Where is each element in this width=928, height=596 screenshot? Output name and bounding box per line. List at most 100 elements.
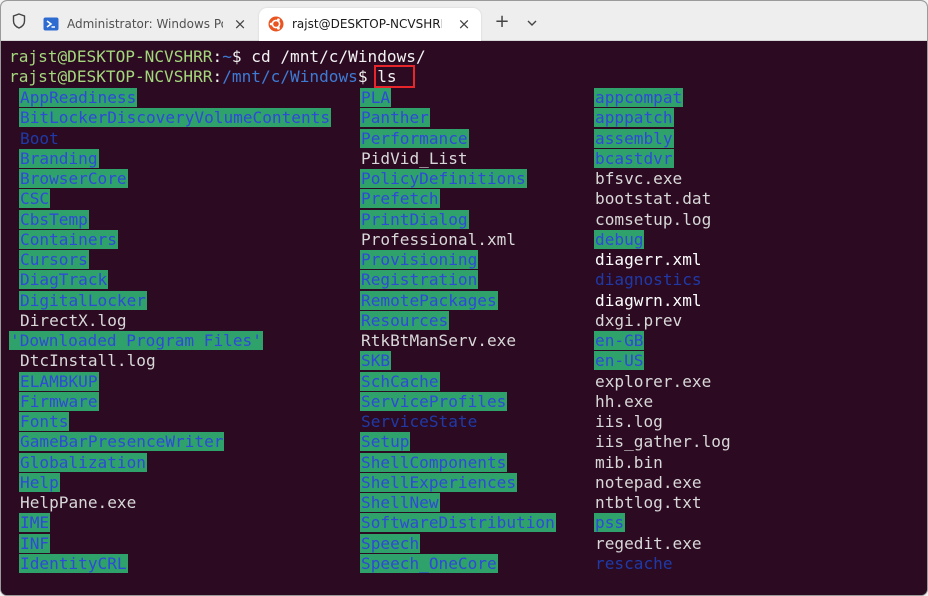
directory-name: DiagTrack <box>19 270 109 290</box>
directory-name: en-US <box>594 351 645 371</box>
directory-name: Help <box>19 472 60 492</box>
file-name: PidVid_List <box>361 148 468 168</box>
terminal-window: Administrator: Windows Power × rajst@DES… <box>0 0 928 596</box>
list-item: ShellComponents <box>360 452 556 473</box>
close-tab-button[interactable]: × <box>231 15 249 33</box>
directory-name: Provisioning <box>360 250 479 269</box>
file-name: explorer.exe <box>595 371 712 391</box>
command-line: rajst@DESKTOP-NCVSHRR:~$ cd /mnt/c/Windo… <box>9 47 426 67</box>
list-item: Registration <box>360 270 556 290</box>
directory-name: INF <box>19 533 51 553</box>
directory-name: Performance <box>360 128 469 148</box>
file-name: notepad.exe <box>595 472 702 492</box>
list-item: DiagTrack <box>19 270 331 290</box>
list-item: ServiceState <box>360 412 556 432</box>
file-name: comsetup.log <box>595 209 712 229</box>
directory-name: CSC <box>19 189 51 209</box>
list-item: RtkBtManServ.exe <box>360 331 556 351</box>
file-name: ntbtlog.txt <box>595 493 702 512</box>
directory-name: Resources <box>360 310 450 330</box>
terminal-output[interactable]: rajst@DESKTOP-NCVSHRR:~$ cd /mnt/c/Windo… <box>1 42 927 595</box>
list-item: AppReadiness <box>19 88 331 108</box>
file-name: Professional.xml <box>361 229 517 249</box>
directory-name: ShellComponents <box>360 452 508 472</box>
list-item: SchCache <box>360 371 556 392</box>
list-item: DirectX.log <box>19 311 331 331</box>
directory-name: apppatch <box>594 108 674 128</box>
file-name: dxgi.prev <box>595 310 683 330</box>
prompt-dollar: $ <box>357 67 368 86</box>
file-name: DirectX.log <box>20 310 127 330</box>
file-name: hh.exe <box>595 391 654 411</box>
directory-name: RemotePackages <box>360 290 498 310</box>
directory-name: BitLockerDiscoveryVolumeContents <box>19 108 332 128</box>
list-item: INF <box>19 533 331 554</box>
directory-name: ShellNew <box>360 493 440 512</box>
directory-name: Speech_OneCore <box>360 553 498 573</box>
list-item: DtcInstall.log <box>19 351 331 371</box>
powershell-icon <box>43 16 59 32</box>
listing-column-1: AppReadiness BitLockerDiscoveryVolumeCont… <box>9 88 332 574</box>
list-item: bcastdvr <box>594 148 732 169</box>
command-line: rajst@DESKTOP-NCVSHRR:/mnt/c/Windows$ ls <box>9 67 397 87</box>
list-item: Professional.xml <box>360 230 556 250</box>
directory-name: SoftwareDistribution <box>360 513 556 533</box>
list-item: PolicyDefinitions <box>360 169 556 189</box>
directory-name: PolicyDefinitions <box>360 169 527 188</box>
list-item: Branding <box>19 148 331 169</box>
directory-name: diagnostics <box>595 270 702 290</box>
list-item: comsetup.log <box>594 210 732 230</box>
list-item: diagnostics <box>594 270 732 290</box>
list-item: mib.bin <box>594 453 732 473</box>
directory-name: Containers <box>19 229 118 249</box>
directory-name: pss <box>594 513 626 533</box>
list-item: pss <box>594 513 732 533</box>
list-item: explorer.exe <box>594 372 732 392</box>
directory-name: Branding <box>19 148 99 168</box>
list-item: diagwrn.xml <box>594 291 732 311</box>
file-name: diagwrn.xml <box>595 290 702 310</box>
list-item: hh.exe <box>594 392 732 412</box>
list-item: ELAMBKUP <box>19 371 331 392</box>
list-item: ShellNew <box>360 493 556 513</box>
directory-name: assembly <box>594 128 674 148</box>
list-item: Firmware <box>19 391 331 412</box>
tab-powershell[interactable]: Administrator: Windows Power × <box>34 8 256 41</box>
file-name: mib.bin <box>595 452 663 472</box>
chevron-down-icon[interactable] <box>522 13 542 33</box>
file-name: diagerr.xml <box>595 250 702 269</box>
list-item: ServiceProfiles <box>360 391 556 412</box>
directory-name: SKB <box>360 351 392 371</box>
list-item: Boot <box>19 129 331 149</box>
highlight-annotation <box>374 65 415 88</box>
close-tab-button[interactable]: × <box>455 15 473 33</box>
list-item: regedit.exe <box>594 534 732 554</box>
tab-bar: Administrator: Windows Power × rajst@DES… <box>1 1 927 41</box>
prompt-path: ~ <box>222 47 232 66</box>
ubuntu-icon <box>268 16 284 32</box>
list-item: iis.log <box>594 412 732 432</box>
list-item: RemotePackages <box>360 290 556 311</box>
list-item: PrintDialog <box>360 209 556 230</box>
directory-name: Prefetch <box>360 189 440 209</box>
new-tab-button[interactable]: + <box>492 13 512 33</box>
shield-icon[interactable] <box>9 11 29 31</box>
prompt-colon: : <box>212 47 223 66</box>
list-item: CbsTemp <box>19 209 331 230</box>
list-item: apppatch <box>594 108 732 128</box>
directory-name: Fonts <box>19 412 70 431</box>
directory-name: Panther <box>360 108 430 128</box>
list-item: diagerr.xml <box>594 250 732 270</box>
list-item: Prefetch <box>360 189 556 209</box>
file-name: HelpPane.exe <box>20 493 137 512</box>
list-item: Containers <box>19 229 331 250</box>
list-item: en-US <box>594 351 732 371</box>
list-item: bootstat.dat <box>594 189 732 209</box>
list-item: iis_gather.log <box>594 432 732 452</box>
directory-name: PrintDialog <box>360 209 469 229</box>
tab-ubuntu[interactable]: rajst@DESKTOP-NCVSHRR: /m × <box>259 8 481 41</box>
directory-name: BrowserCore <box>19 169 128 188</box>
command-text: cd /mnt/c/Windows/ <box>241 47 426 66</box>
list-item: debug <box>594 229 732 250</box>
directory-name: SchCache <box>360 371 440 391</box>
